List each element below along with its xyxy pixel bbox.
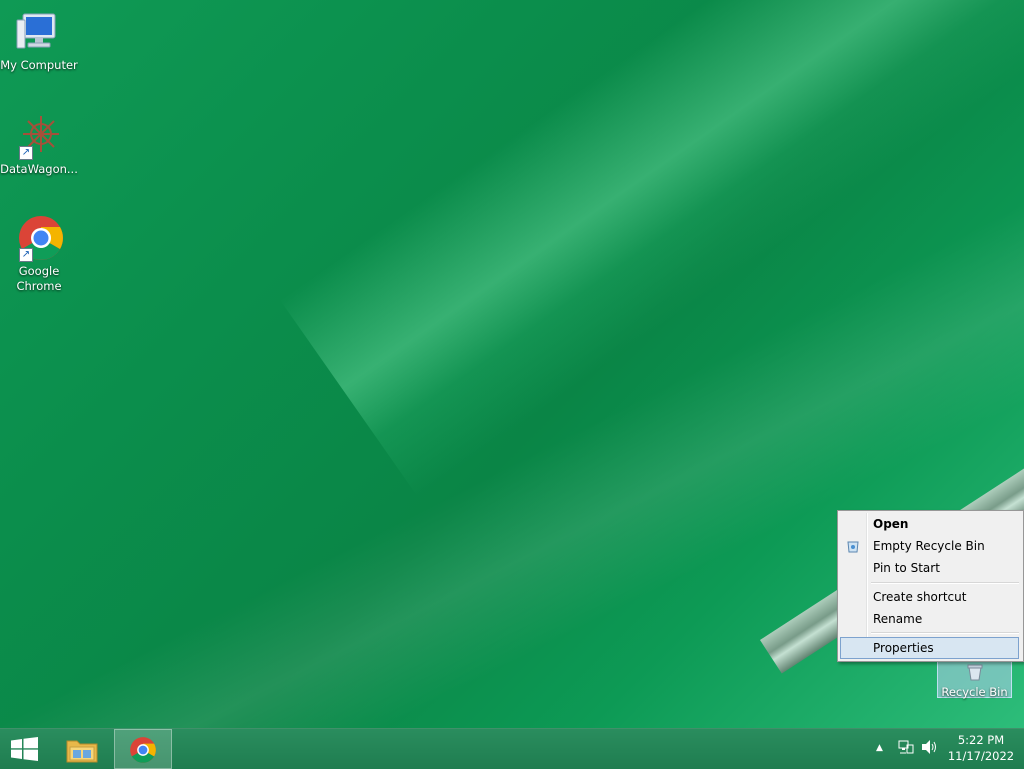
up-arrow-icon[interactable]: ▲	[876, 743, 883, 753]
shortcut-arrow-icon: ↗	[19, 146, 33, 160]
desktop-icon-label-line1: Google	[18, 264, 60, 278]
desktop-icon-recycle-bin[interactable]: Recycle Bin	[937, 660, 1012, 699]
menu-item-open[interactable]: Open	[840, 514, 1019, 534]
menu-item-label: Rename	[873, 612, 923, 626]
desktop-icon-label: DataWagon...	[0, 162, 78, 176]
menu-item-label: Pin to Start	[873, 561, 940, 575]
desktop-icon-datawagon[interactable]: ↗ DataWagon...	[0, 112, 78, 177]
menu-item-label: Properties	[873, 641, 934, 655]
speaker-icon[interactable]	[921, 739, 939, 759]
context-menu: Open Empty Recycle Bin Pin to Start Crea…	[837, 510, 1024, 662]
network-icon[interactable]	[898, 739, 914, 759]
clock-date: 11/17/2022	[947, 749, 1015, 763]
clock[interactable]: 5:22 PM 11/17/2022	[946, 732, 1016, 764]
computer-icon	[15, 8, 63, 56]
recycle-bin-icon	[938, 661, 1011, 681]
folder-icon	[65, 735, 99, 769]
desktop-icon-label: Recycle Bin	[941, 685, 1008, 699]
menu-item-rename[interactable]: Rename	[840, 609, 1019, 629]
chrome-icon	[129, 736, 157, 768]
taskbar: ▲ 5:22 PM 11/17/2022	[0, 728, 1024, 769]
desktop-icon-label-line2: Chrome	[16, 279, 62, 293]
shortcut-arrow-icon: ↗	[19, 248, 33, 262]
taskbar-file-explorer[interactable]	[56, 729, 112, 769]
desktop-icon-label: My Computer	[0, 58, 78, 72]
windows-logo-icon	[11, 737, 39, 765]
menu-item-properties[interactable]: Properties	[840, 637, 1019, 659]
chrome-icon: ↗	[15, 214, 63, 262]
menu-separator	[871, 632, 1019, 634]
wallpaper-light-band	[280, 0, 1024, 497]
menu-item-create-shortcut[interactable]: Create shortcut	[840, 587, 1019, 607]
menu-item-label: Create shortcut	[873, 590, 967, 604]
menu-item-empty-recycle-bin[interactable]: Empty Recycle Bin	[840, 536, 1019, 556]
menu-item-label: Empty Recycle Bin	[873, 539, 985, 553]
datawagon-icon: ↗	[15, 112, 63, 160]
recycle-bin-small-icon	[846, 539, 860, 559]
desktop-icon-google-chrome[interactable]: ↗ Google Chrome	[0, 214, 78, 294]
menu-separator	[871, 582, 1019, 584]
menu-item-pin-to-start[interactable]: Pin to Start	[840, 558, 1019, 578]
menu-item-label: Open	[873, 517, 909, 531]
clock-time: 5:22 PM	[957, 733, 1005, 747]
desktop[interactable]: My Computer ↗ DataWagon... ↗ Google Chro…	[0, 0, 1024, 728]
start-button[interactable]	[0, 729, 56, 769]
taskbar-google-chrome[interactable]	[114, 729, 172, 769]
desktop-icon-my-computer[interactable]: My Computer	[0, 8, 78, 73]
